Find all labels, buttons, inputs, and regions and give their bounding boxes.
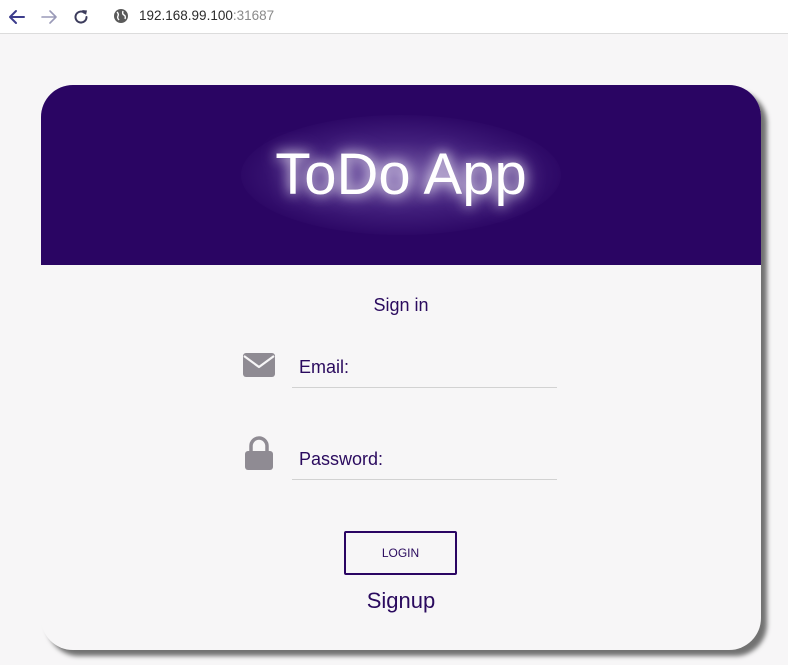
address-bar[interactable]: 192.168.99.100:31687	[139, 8, 274, 23]
card-header: ToDo App	[41, 85, 761, 265]
login-button[interactable]: LOGIN	[344, 531, 457, 575]
envelope-icon	[242, 348, 276, 382]
reload-icon[interactable]	[70, 6, 92, 28]
globe-icon[interactable]	[113, 8, 129, 24]
login-card: ToDo App Sign in Email: Password: LOGIN …	[41, 85, 761, 650]
email-label: Email:	[299, 357, 350, 377]
browser-toolbar: 192.168.99.100:31687	[0, 0, 788, 34]
forward-arrow-icon[interactable]	[38, 6, 60, 28]
app-title: ToDo App	[275, 142, 527, 207]
url-host: 192.168.99.100	[139, 8, 233, 23]
url-port: :31687	[232, 8, 275, 23]
signup-link[interactable]: Signup	[41, 588, 761, 614]
password-label: Password:	[299, 449, 384, 469]
lock-icon	[242, 436, 276, 470]
password-field[interactable]: Password:	[292, 439, 557, 480]
signin-heading: Sign in	[373, 295, 429, 315]
email-field[interactable]: Email:	[292, 347, 557, 388]
back-arrow-icon[interactable]	[6, 6, 28, 28]
